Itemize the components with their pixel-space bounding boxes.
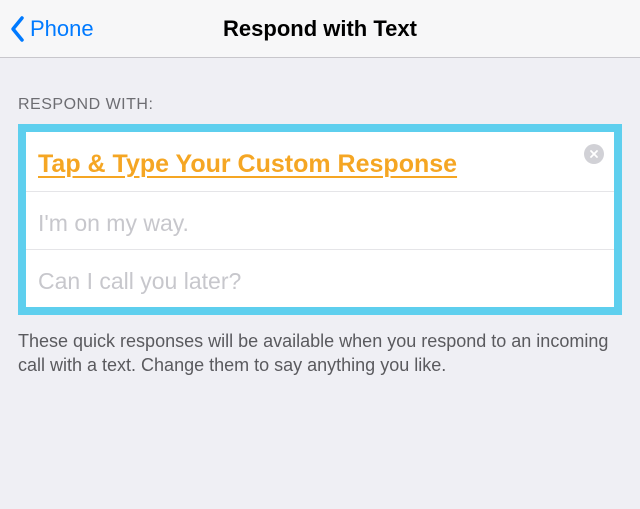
- response-placeholder: Can I call you later?: [38, 268, 241, 294]
- back-label: Phone: [30, 16, 94, 42]
- response-row-3[interactable]: Can I call you later?: [26, 250, 614, 307]
- response-placeholder: I'm on my way.: [38, 210, 189, 236]
- response-row-2[interactable]: I'm on my way.: [26, 192, 614, 250]
- chevron-left-icon: [10, 15, 26, 43]
- response-row-1[interactable]: Tap & Type Your Custom Response: [26, 132, 614, 192]
- custom-response-annotation: Tap & Type Your Custom Response: [38, 150, 457, 179]
- section-header: RESPOND WITH:: [0, 58, 640, 124]
- page-title: Respond with Text: [223, 16, 417, 42]
- responses-group: Tap & Type Your Custom Response I'm on m…: [18, 124, 622, 315]
- navigation-bar: Phone Respond with Text: [0, 0, 640, 58]
- clear-text-icon[interactable]: [584, 144, 604, 164]
- back-button[interactable]: Phone: [10, 15, 94, 43]
- section-footer: These quick responses will be available …: [0, 315, 640, 392]
